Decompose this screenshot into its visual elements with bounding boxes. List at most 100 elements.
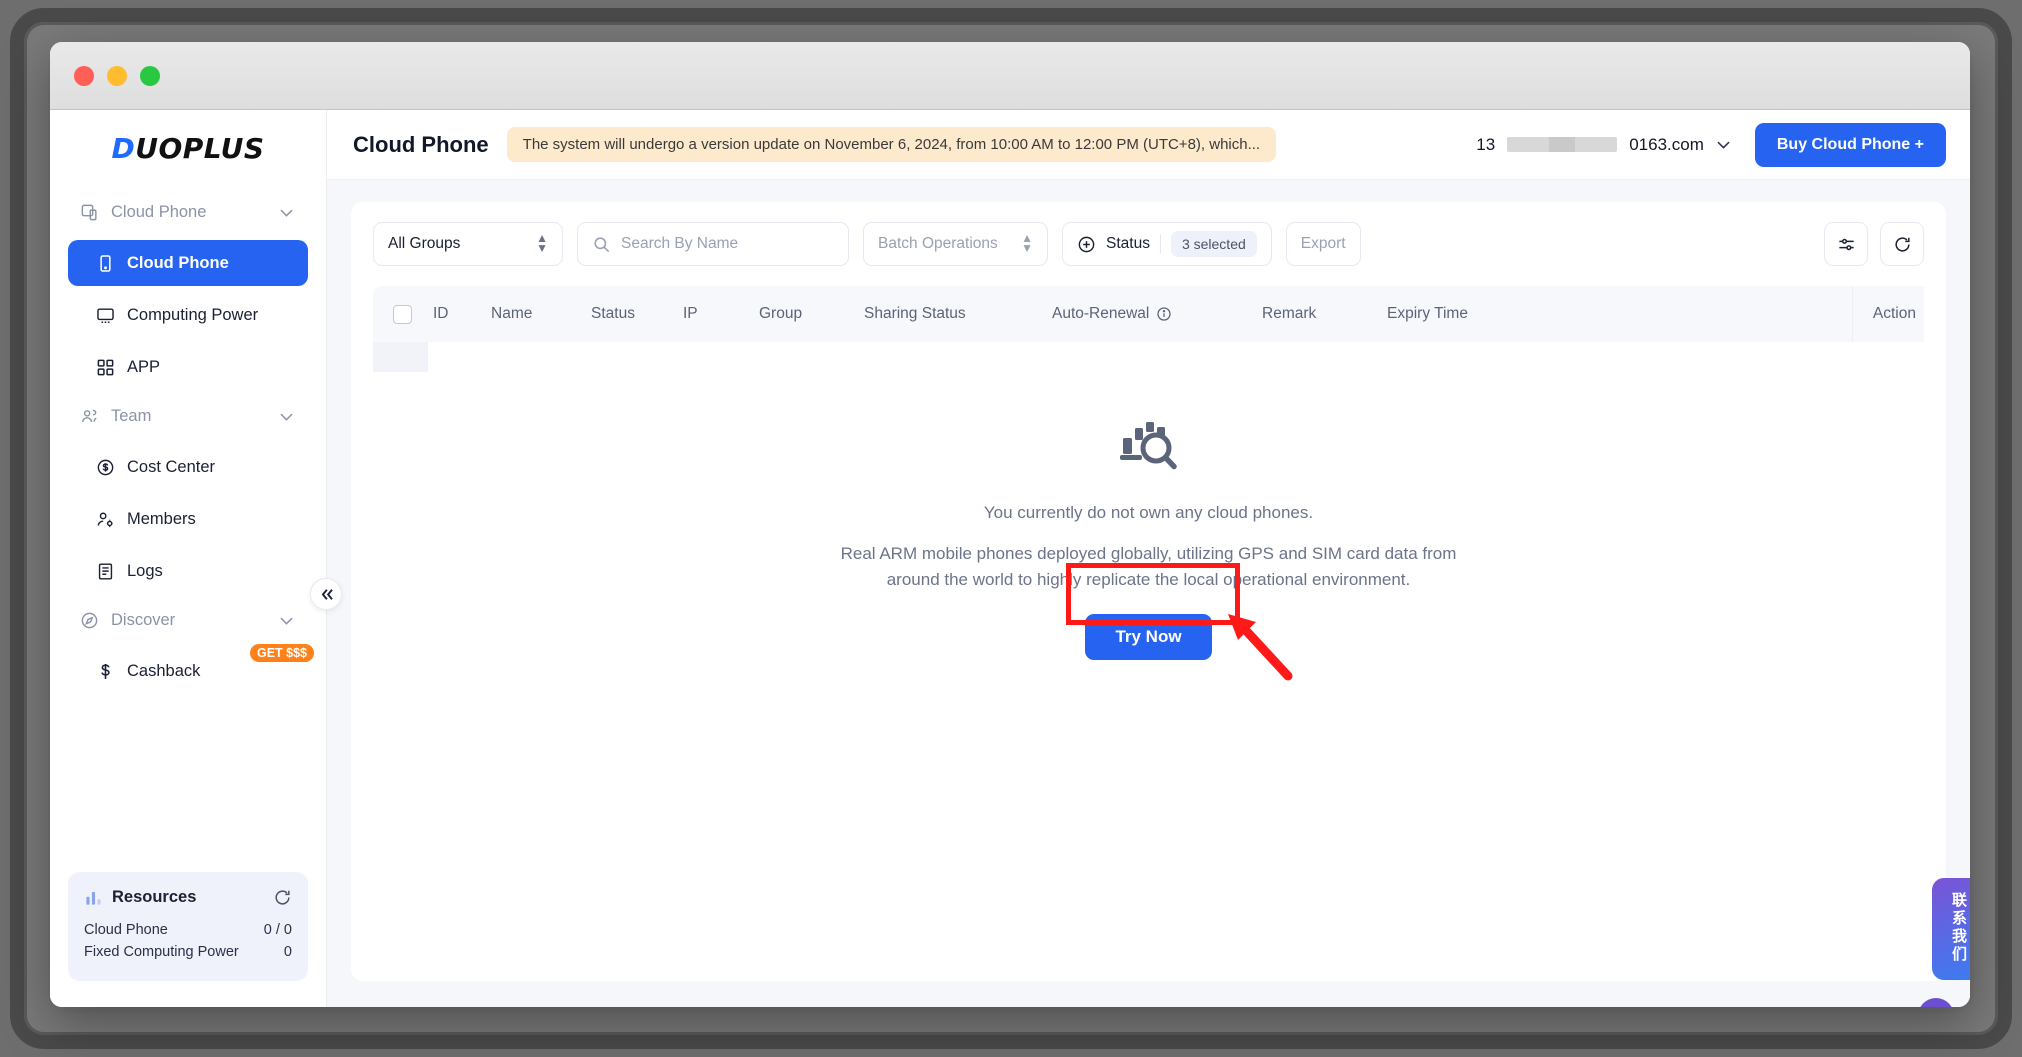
chevron-updown-icon: ▲▼: [536, 234, 548, 253]
account-menu[interactable]: 13 0163.com: [1476, 135, 1733, 155]
sidebar-item-cashback[interactable]: Cashback GET $$$: [68, 648, 308, 694]
close-window-button[interactable]: [74, 66, 94, 86]
sidebar-item-members[interactable]: Members: [68, 496, 308, 542]
try-now-button[interactable]: Try Now: [1085, 614, 1211, 660]
export-button[interactable]: Export: [1286, 222, 1361, 266]
chevron-updown-icon: ▲▼: [1021, 234, 1033, 253]
plus-circle-icon: [1077, 235, 1096, 254]
browser-window: DUOPLUS Cloud Phone Cloud Ph: [50, 42, 1970, 1007]
column-header-group[interactable]: Group: [759, 305, 864, 323]
phone-icon: [96, 254, 115, 273]
sidebar-group-cloud-phone[interactable]: Cloud Phone: [68, 190, 308, 234]
account-suffix: 0163.com: [1629, 135, 1704, 155]
toolbar-right-actions: [1824, 222, 1924, 266]
chevron-down-icon: [277, 407, 296, 426]
sidebar-group-label: Cloud Phone: [111, 203, 206, 222]
status-filter[interactable]: Status 3 selected: [1062, 222, 1272, 266]
bar-chart-icon: [84, 888, 103, 907]
divider: [1160, 234, 1161, 254]
sidebar-collapse-button[interactable]: [310, 578, 342, 610]
select-all-checkbox[interactable]: [393, 305, 412, 324]
empty-state-description: Real ARM mobile phones deployed globally…: [824, 541, 1474, 592]
column-header-expiry-time[interactable]: Expiry Time: [1387, 305, 1537, 323]
chevron-down-icon: [277, 203, 296, 222]
column-header-remark[interactable]: Remark: [1262, 305, 1387, 323]
app-body: DUOPLUS Cloud Phone Cloud Ph: [50, 110, 1970, 1007]
cashback-badge: GET $$$: [250, 644, 314, 662]
sidebar-item-logs[interactable]: Logs: [68, 548, 308, 594]
table-toolbar: All Groups ▲▼ Batch Operations: [373, 222, 1924, 266]
resource-row: Cloud Phone 0 / 0: [84, 919, 292, 941]
sidebar-spacer: [68, 694, 308, 872]
resources-title: Resources: [112, 888, 196, 907]
logo-accent: D: [111, 132, 135, 165]
sidebar-item-label: Members: [127, 510, 196, 529]
table-body-stub: [373, 342, 428, 372]
sidebar-item-computing-power[interactable]: Computing Power: [68, 292, 308, 338]
resource-row: Fixed Computing Power 0: [84, 941, 292, 963]
contact-us-tab[interactable]: 联系我们: [1932, 878, 1970, 980]
column-header-id[interactable]: ID: [433, 305, 491, 323]
batch-operations-label: Batch Operations: [878, 235, 998, 253]
search-icon: [592, 235, 611, 254]
status-filter-label: Status: [1106, 235, 1150, 253]
dollar-badge-icon: [96, 458, 115, 477]
brand-logo[interactable]: DUOPLUS: [68, 110, 308, 186]
sidebar-group-discover[interactable]: Discover: [68, 598, 308, 642]
export-label: Export: [1301, 235, 1346, 253]
column-header-ip[interactable]: IP: [683, 305, 759, 323]
main-content: Cloud Phone The system will undergo a ve…: [327, 110, 1970, 1007]
search-box[interactable]: [577, 222, 849, 266]
account-masked: [1507, 137, 1617, 152]
account-prefix: 13: [1476, 135, 1495, 155]
column-header-action[interactable]: Action: [1852, 286, 1924, 342]
logo-text: DUOPLUS: [111, 132, 264, 165]
sidebar-group-team[interactable]: Team: [68, 394, 308, 438]
content-area: All Groups ▲▼ Batch Operations: [327, 180, 1970, 1007]
group-filter-value: All Groups: [388, 235, 460, 253]
sidebar: DUOPLUS Cloud Phone Cloud Ph: [50, 110, 327, 1007]
search-input[interactable]: [621, 235, 834, 253]
batch-operations-select[interactable]: Batch Operations ▲▼: [863, 222, 1048, 266]
sidebar-item-label: APP: [127, 358, 160, 377]
logo-rest: UOPLUS: [135, 132, 264, 165]
system-notice-banner[interactable]: The system will undergo a version update…: [507, 127, 1276, 162]
header-actions: 13 0163.com Buy Cloud Phone +: [1476, 123, 1946, 167]
column-header-auto-renewal[interactable]: Auto-Renewal: [1052, 305, 1262, 323]
chevron-down-icon: [1714, 135, 1733, 154]
window-titlebar: [50, 42, 1970, 110]
sidebar-group-label: Team: [111, 407, 151, 426]
zoom-window-button[interactable]: [140, 66, 160, 86]
resource-label: Cloud Phone: [84, 922, 168, 938]
column-settings-button[interactable]: [1824, 222, 1868, 266]
info-icon[interactable]: [1156, 306, 1172, 322]
compass-icon: [80, 611, 99, 630]
refresh-table-button[interactable]: [1880, 222, 1924, 266]
sidebar-item-label: Computing Power: [127, 306, 258, 325]
resource-value: 0: [284, 944, 292, 960]
select-all-cell: [373, 305, 433, 324]
chevron-double-left-icon: [317, 585, 336, 604]
refresh-icon: [1893, 235, 1912, 254]
sidebar-item-app[interactable]: APP: [68, 344, 308, 390]
refresh-icon[interactable]: [273, 888, 292, 907]
sidebar-item-cloud-phone[interactable]: Cloud Phone: [68, 240, 308, 286]
sidebar-item-label: Cost Center: [127, 458, 215, 477]
top-header: Cloud Phone The system will undergo a ve…: [327, 110, 1970, 180]
dollar-sign-icon: [96, 662, 115, 681]
resources-header: Resources: [84, 888, 292, 907]
sidebar-item-cost-center[interactable]: Cost Center: [68, 444, 308, 490]
empty-state-title: You currently do not own any cloud phone…: [984, 503, 1313, 523]
buy-cloud-phone-button[interactable]: Buy Cloud Phone +: [1755, 123, 1946, 167]
column-header-status[interactable]: Status: [591, 305, 683, 323]
column-header-sharing-status[interactable]: Sharing Status: [864, 305, 1052, 323]
resource-value: 0 / 0: [264, 922, 292, 938]
group-filter-select[interactable]: All Groups ▲▼: [373, 222, 563, 266]
sidebar-item-label: Cashback: [127, 662, 200, 681]
column-header-name[interactable]: Name: [491, 305, 591, 323]
cloud-phone-panel: All Groups ▲▼ Batch Operations: [351, 202, 1946, 981]
traffic-lights: [74, 66, 160, 86]
team-icon: [80, 407, 99, 426]
minimize-window-button[interactable]: [107, 66, 127, 86]
resource-label: Fixed Computing Power: [84, 944, 239, 960]
